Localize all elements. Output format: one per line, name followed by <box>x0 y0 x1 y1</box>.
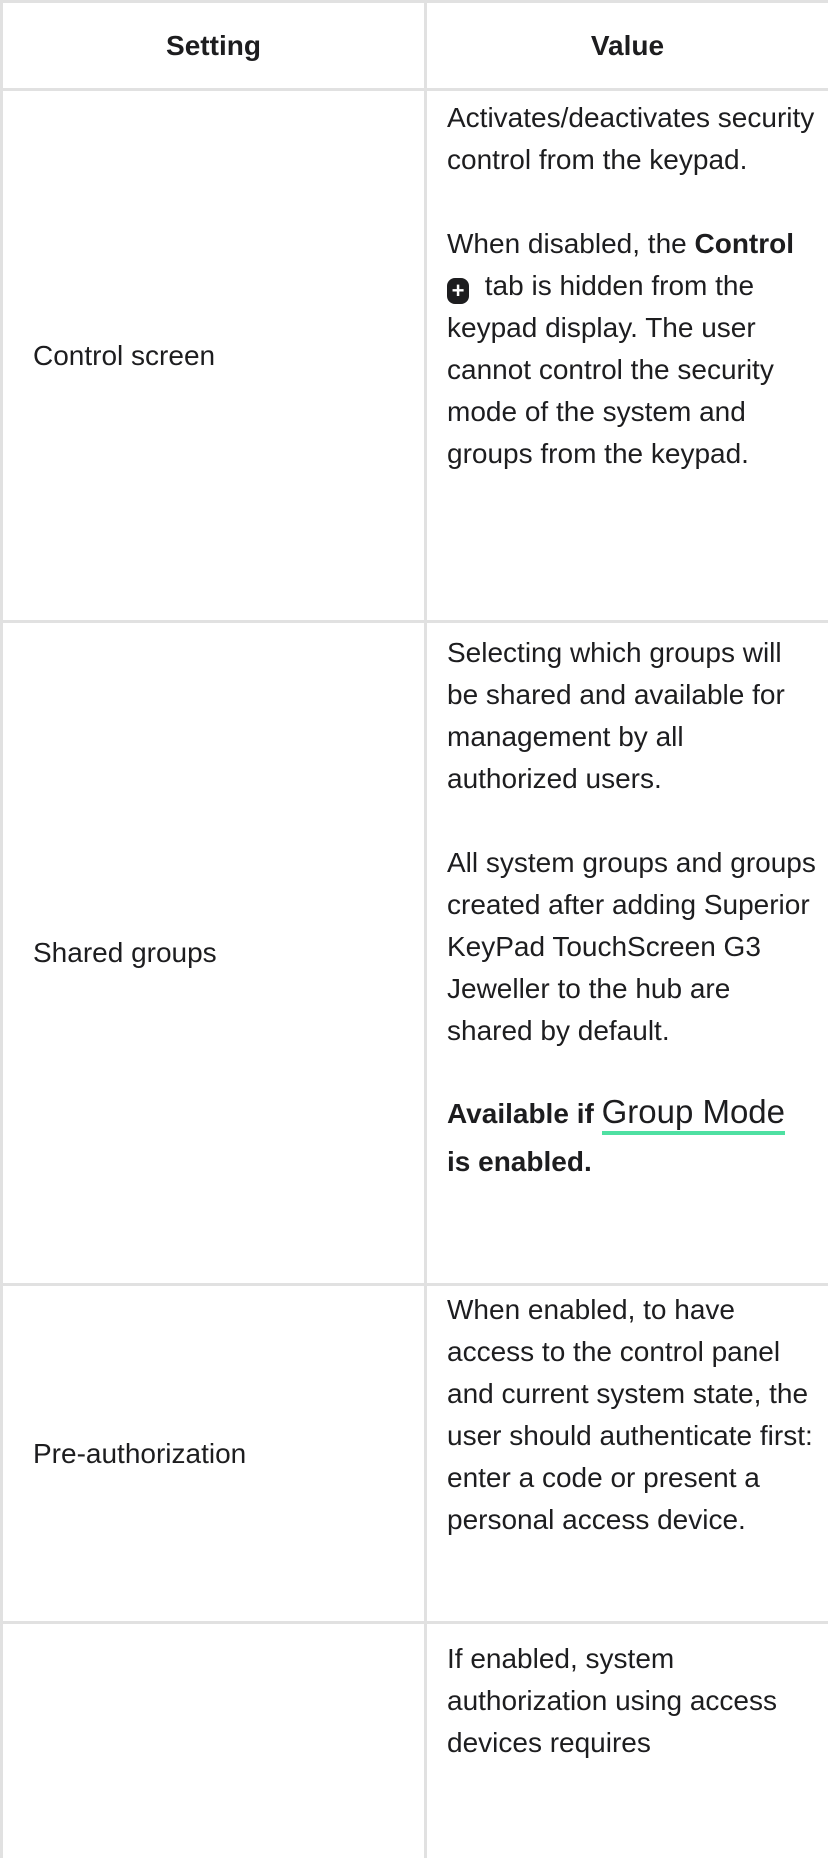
setting-name: Control screen <box>33 339 216 371</box>
description-text: All system groups and groups created aft… <box>447 847 816 1046</box>
setting-name: Shared groups <box>33 937 217 968</box>
description-text: When disabled, the Control + tab is hidde… <box>447 228 795 469</box>
column-header-value: Value <box>590 30 665 61</box>
table-row-value: Selecting which groups will be shared an… <box>427 623 828 1283</box>
table-row-value: If enabled, system authorization using a… <box>427 1624 828 1858</box>
description-text: When enabled, to have access to the cont… <box>447 1294 813 1535</box>
table-row-label: Pre-authorization <box>3 1286 424 1621</box>
table-row-label <box>3 1624 424 1858</box>
settings-table: Setting Value Control screen Activates/d… <box>0 0 828 1858</box>
description-text: Selecting which groups will be shared an… <box>447 637 785 794</box>
column-header-setting: Setting <box>166 30 261 61</box>
table-row-label: Control screen <box>3 91 424 620</box>
table-row-value: When enabled, to have access to the cont… <box>427 1286 828 1621</box>
description-text: Activates/deactivates security control f… <box>447 102 815 175</box>
description-text: If enabled, system authorization using a… <box>447 1643 777 1758</box>
setting-name: Pre-authorization <box>33 1437 247 1469</box>
plus-icon: + <box>447 278 469 304</box>
control-tab-label: Control <box>694 228 795 259</box>
table-row-value: Activates/deactivates security control f… <box>427 91 828 620</box>
group-mode-link[interactable]: Group Mode <box>601 1093 786 1135</box>
availability-note: Available if Group Mode is enabled. <box>447 1093 786 1177</box>
table-row-label: Shared groups <box>3 623 424 1283</box>
